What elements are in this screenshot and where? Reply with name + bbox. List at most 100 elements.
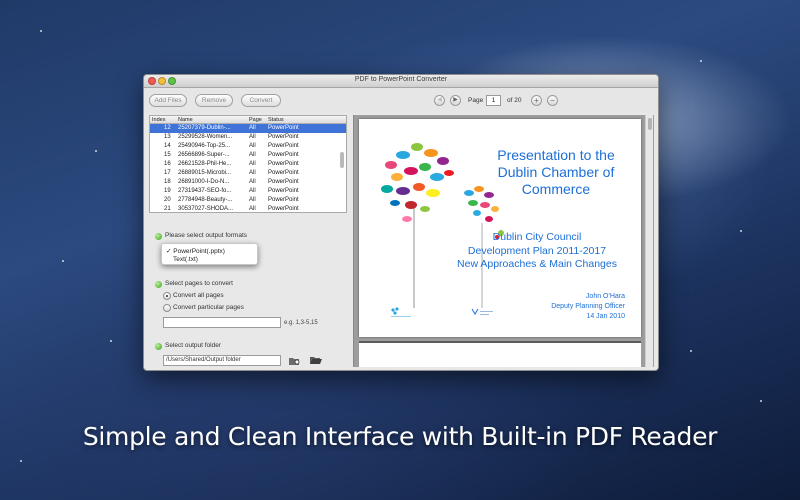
pdf-page: Presentation to the Dublin Chamber of Co… bbox=[359, 119, 641, 337]
star bbox=[740, 230, 742, 232]
output-format-dropdown[interactable]: ✓ PowerPoint(.pptx) Text(.txt) bbox=[161, 243, 258, 265]
table-row[interactable]: 15 26566896-Super-... All PowerPoint bbox=[150, 151, 346, 160]
row-name: 26889015-Microbi... bbox=[178, 170, 232, 176]
search-folder-icon[interactable] bbox=[289, 357, 301, 366]
file-table[interactable]: Index Name Page Status 12 25207379-Dublin… bbox=[149, 115, 347, 213]
slide-author-name: John O'Hara bbox=[585, 293, 625, 300]
column-header-status[interactable]: Status bbox=[268, 116, 284, 124]
row-status: PowerPoint bbox=[268, 170, 299, 176]
window-title: PDF to PowerPoint Converter bbox=[354, 76, 448, 83]
convert-button[interactable]: Convert bbox=[241, 94, 281, 107]
page-range-input[interactable] bbox=[163, 317, 281, 328]
status-dot-icon bbox=[155, 281, 162, 288]
star bbox=[20, 460, 22, 462]
slide-title-line-2: Dublin Chamber of bbox=[497, 164, 615, 180]
row-index: 14 bbox=[164, 143, 171, 149]
row-name: 27319437-SEO-fo... bbox=[178, 188, 232, 194]
pages-label: Select pages to convert bbox=[165, 280, 233, 287]
row-index: 19 bbox=[164, 188, 171, 194]
row-status: PowerPoint bbox=[268, 125, 299, 131]
add-files-button[interactable]: Add Files bbox=[149, 94, 187, 107]
format-option-pptx[interactable]: ✓ PowerPoint(.pptx) bbox=[166, 247, 225, 255]
next-page-button[interactable]: ▶ bbox=[450, 95, 461, 106]
row-name: 25490946-Top-25... bbox=[178, 143, 231, 149]
page-label: Page bbox=[468, 97, 484, 104]
column-header-name[interactable]: Name bbox=[178, 116, 193, 124]
zoom-in-button[interactable]: + bbox=[531, 95, 542, 106]
previous-page-button[interactable]: ◀ bbox=[434, 95, 445, 106]
slide-author-role: Deputy Planning Officer bbox=[551, 303, 625, 310]
row-index: 20 bbox=[164, 197, 171, 203]
slide-date: 14 Jan 2010 bbox=[586, 313, 625, 320]
page-number-input[interactable]: 1 bbox=[486, 95, 501, 106]
convert-particular-pages-radio[interactable] bbox=[163, 304, 171, 312]
star bbox=[95, 150, 97, 152]
star bbox=[62, 260, 64, 262]
column-header-page[interactable]: Page bbox=[249, 116, 262, 124]
row-index: 21 bbox=[164, 206, 171, 212]
title-bar[interactable]: PDF to PowerPoint Converter bbox=[144, 75, 658, 88]
table-body: 12 25207379-Dublin-... All PowerPoint 13 2529… bbox=[150, 124, 346, 212]
minus-icon: − bbox=[550, 96, 555, 105]
row-status: PowerPoint bbox=[268, 179, 299, 185]
table-row[interactable]: 12 25207379-Dublin-... All PowerPoint bbox=[150, 124, 346, 133]
star bbox=[700, 60, 702, 62]
zoom-out-button[interactable]: − bbox=[547, 95, 558, 106]
page-range-hint: e.g. 1,3-5,15 bbox=[284, 320, 318, 326]
app-window: PDF to PowerPoint Converter Add Files Re… bbox=[143, 74, 659, 371]
column-header-index[interactable]: Index bbox=[152, 116, 165, 124]
star bbox=[110, 340, 112, 342]
table-row[interactable]: 16 26621528-Phil-He... All PowerPoint bbox=[150, 160, 346, 169]
slide-title-line-3: Commerce bbox=[521, 181, 591, 197]
row-name: 25299528-Women... bbox=[178, 134, 233, 140]
row-status: PowerPoint bbox=[268, 134, 299, 140]
open-folder-icon[interactable] bbox=[310, 356, 322, 365]
status-dot-icon bbox=[155, 343, 162, 350]
row-status: PowerPoint bbox=[268, 188, 299, 194]
chamber-logo-icon bbox=[471, 308, 493, 315]
row-page: All bbox=[249, 197, 256, 203]
row-index: 12 bbox=[164, 125, 171, 131]
row-name: 26891000-I-Do-N... bbox=[178, 179, 230, 185]
row-index: 17 bbox=[164, 170, 171, 176]
table-row[interactable]: 18 26891000-I-Do-N... All PowerPoint bbox=[150, 178, 346, 187]
row-page: All bbox=[249, 170, 256, 176]
slide-subtitle-line-1: Dublin City Council bbox=[492, 231, 582, 243]
row-page: All bbox=[249, 125, 256, 131]
star bbox=[690, 350, 692, 352]
row-page: All bbox=[249, 206, 256, 212]
row-status: PowerPoint bbox=[268, 143, 299, 149]
preview-scrollbar[interactable] bbox=[645, 115, 653, 367]
row-page: All bbox=[249, 161, 256, 167]
plus-icon: + bbox=[534, 96, 539, 105]
table-row[interactable]: 17 26889015-Microbi... All PowerPoint bbox=[150, 169, 346, 178]
star bbox=[760, 400, 762, 402]
row-index: 15 bbox=[164, 152, 171, 158]
convert-all-pages-radio[interactable] bbox=[163, 292, 171, 300]
row-status: PowerPoint bbox=[268, 161, 299, 167]
table-row[interactable]: 14 25490946-Top-25... All PowerPoint bbox=[150, 142, 346, 151]
slide-subtitle-line-3: New Approaches & Main Changes bbox=[457, 258, 617, 270]
row-page: All bbox=[249, 134, 256, 140]
row-page: All bbox=[249, 152, 256, 158]
preview-scrollbar-thumb[interactable] bbox=[648, 118, 652, 130]
row-status: PowerPoint bbox=[268, 206, 299, 212]
remove-button[interactable]: Remove bbox=[195, 94, 233, 107]
row-name: 30537027-SHODA... bbox=[178, 206, 234, 212]
toolbar: Add Files Remove Convert ◀ ▶ Page 1 of 2… bbox=[144, 88, 658, 113]
pdf-preview-pane[interactable]: Presentation to the Dublin Chamber of Co… bbox=[353, 115, 654, 367]
table-row[interactable]: 20 27784948-Beauty-... All PowerPoint bbox=[150, 196, 346, 205]
convert-all-pages-label: Convert all pages bbox=[173, 292, 224, 299]
table-row[interactable]: 19 27319437-SEO-fo... All PowerPoint bbox=[150, 187, 346, 196]
format-option-txt[interactable]: Text(.txt) bbox=[173, 256, 198, 263]
row-status: PowerPoint bbox=[268, 197, 299, 203]
output-folder-path[interactable]: /Users/Shared/Output folder bbox=[163, 355, 281, 366]
row-page: All bbox=[249, 143, 256, 149]
row-name: 27784948-Beauty-... bbox=[178, 197, 233, 203]
table-row[interactable]: 13 25299528-Women... All PowerPoint bbox=[150, 133, 346, 142]
table-scrollbar[interactable] bbox=[340, 152, 344, 168]
row-page: All bbox=[249, 179, 256, 185]
row-index: 18 bbox=[164, 179, 171, 185]
output-folder-label: Select output folder bbox=[165, 342, 222, 349]
table-row[interactable]: 21 30537027-SHODA... All PowerPoint bbox=[150, 205, 346, 212]
